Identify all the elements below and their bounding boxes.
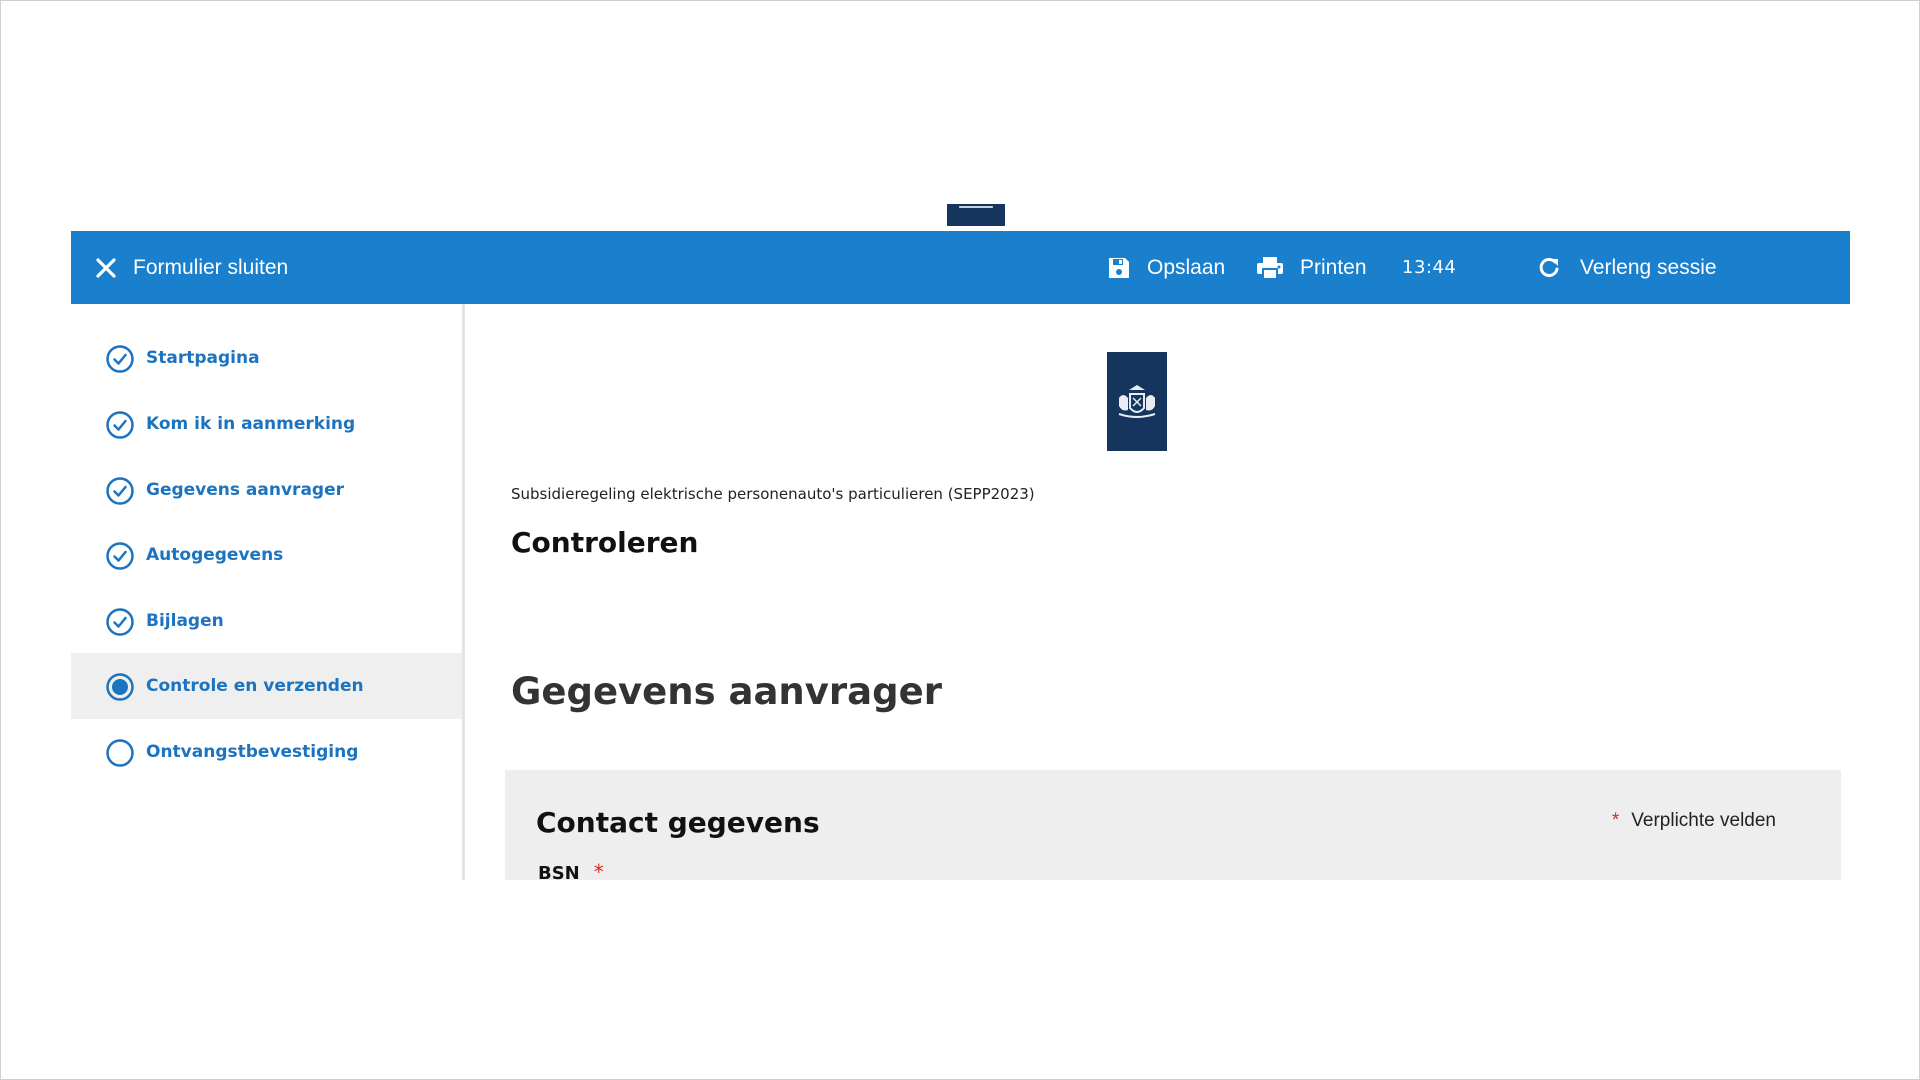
step-label: Bijlagen — [146, 611, 224, 631]
step-startpagina[interactable]: Startpagina — [71, 325, 462, 391]
step-label: Gegevens aanvrager — [146, 480, 344, 500]
form-subtitle: Subsidieregeling elektrische personenaut… — [511, 485, 1035, 503]
bsn-label-text: BSN — [538, 863, 580, 880]
check-circle-icon — [106, 411, 134, 439]
step-label: Kom ik in aanmerking — [146, 414, 356, 434]
step-autogegevens[interactable]: Autogegevens — [71, 522, 462, 588]
save-label: Opslaan — [1147, 255, 1226, 279]
bsn-field-label: BSN * — [538, 860, 616, 880]
refresh-icon — [1539, 257, 1559, 277]
step-label: Autogegevens — [146, 545, 284, 565]
print-label: Printen — [1300, 255, 1367, 279]
session-timer: 13:44 — [1402, 231, 1456, 304]
step-bijlagen[interactable]: Bijlagen — [71, 588, 462, 654]
extend-session-button[interactable]: Verleng sessie — [1538, 231, 1717, 304]
required-fields-note: * Verplichte velden — [1612, 810, 1776, 832]
close-form-label: Formulier sluiten — [133, 255, 289, 279]
step-gegevens-aanvrager[interactable]: Gegevens aanvrager — [71, 457, 462, 523]
active-step-icon — [106, 673, 134, 701]
coat-of-arms-icon — [1118, 385, 1156, 418]
step-controle-en-verzenden[interactable]: Controle en verzenden — [71, 653, 462, 719]
close-form-button[interactable]: Formulier sluiten — [95, 231, 288, 304]
contact-details-panel: Contact gegevens * Verplichte velden BSN * — [505, 770, 1841, 880]
section-title: Gegevens aanvrager — [511, 670, 942, 713]
check-circle-icon — [106, 608, 134, 636]
close-icon — [96, 257, 116, 278]
check-circle-icon — [106, 345, 134, 373]
check-circle-icon — [106, 542, 134, 570]
panel-title: Contact gegevens — [536, 806, 820, 839]
empty-circle-icon — [106, 739, 134, 767]
save-icon — [1109, 257, 1129, 278]
step-label: Controle en verzenden — [146, 676, 364, 696]
step-label: Startpagina — [146, 348, 260, 368]
header-logo-tab — [947, 204, 1005, 226]
page-title: Controleren — [511, 526, 699, 559]
step-navigation: Startpagina Kom ik in aanmerking Gegeven… — [71, 304, 465, 880]
check-circle-icon — [106, 477, 134, 505]
step-label: Ontvangstbevestiging — [146, 742, 359, 762]
required-asterisk: * — [1611, 810, 1620, 831]
required-note-text: Verplichte velden — [1631, 810, 1776, 831]
bsn-required-asterisk: * — [593, 860, 604, 880]
session-time-text: 13:44 — [1402, 257, 1457, 278]
print-button[interactable]: Printen — [1256, 231, 1367, 304]
step-ontvangstbevestiging[interactable]: Ontvangstbevestiging — [71, 719, 462, 785]
extend-session-label: Verleng sessie — [1580, 255, 1717, 279]
print-icon — [1257, 256, 1283, 280]
step-kom-ik-in-aanmerking[interactable]: Kom ik in aanmerking — [71, 391, 462, 457]
main-content: Subsidieregeling elektrische personenaut… — [465, 304, 1850, 880]
form-toolbar: Formulier sluiten Opslaan Printen 13:44 … — [71, 231, 1850, 304]
save-button[interactable]: Opslaan — [1107, 231, 1225, 304]
rijksoverheid-logo — [1107, 352, 1167, 451]
